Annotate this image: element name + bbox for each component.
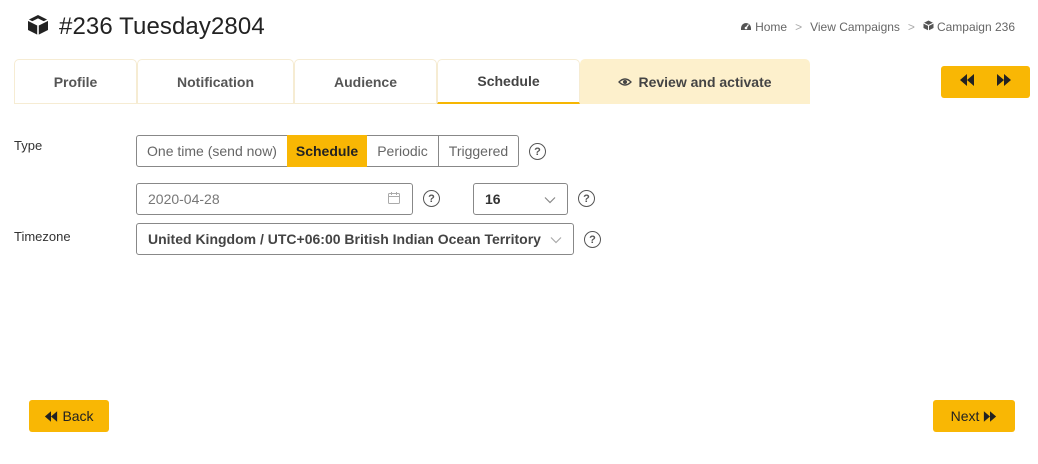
back-button[interactable]: Back <box>29 400 109 432</box>
dashboard-icon <box>740 20 752 34</box>
next-tab-button[interactable] <box>996 73 1012 91</box>
type-selector: One time (send now) Schedule Periodic Tr… <box>136 135 519 167</box>
forward-icon <box>996 74 1011 86</box>
calendar-icon <box>387 191 401 208</box>
next-button-label: Next <box>950 408 980 424</box>
backward-icon <box>960 74 975 86</box>
breadcrumb-home-label: Home <box>755 20 788 34</box>
date-value: 2020-04-28 <box>148 191 220 207</box>
forward-icon <box>984 410 997 422</box>
next-button[interactable]: Next <box>933 400 1015 432</box>
page-title: #236 Tuesday2804 <box>27 10 265 44</box>
hour-help-icon[interactable]: ? <box>578 190 595 207</box>
previous-tab-button[interactable] <box>959 73 975 91</box>
type-option-triggered[interactable]: Triggered <box>438 135 519 167</box>
eye-icon <box>618 74 633 90</box>
breadcrumb-campaign[interactable]: Campaign 236 <box>923 20 1015 34</box>
wizard-tabs: Profile Notification Audience Schedule R… <box>14 59 810 105</box>
breadcrumb: Home > View Campaigns > Campaign 236 <box>740 20 1015 34</box>
timezone-help-icon[interactable]: ? <box>584 231 601 248</box>
type-option-periodic[interactable]: Periodic <box>366 135 439 167</box>
chevron-down-icon <box>544 191 556 207</box>
breadcrumb-separator: > <box>795 20 803 34</box>
cube-icon <box>27 14 49 41</box>
breadcrumb-home[interactable]: Home <box>740 20 787 34</box>
breadcrumb-separator: > <box>907 20 915 34</box>
tab-profile[interactable]: Profile <box>14 59 137 104</box>
tab-nav-group <box>941 66 1030 98</box>
type-option-schedule[interactable]: Schedule <box>287 135 367 167</box>
type-label: Type <box>14 138 43 153</box>
chevron-down-icon <box>550 231 562 247</box>
back-button-label: Back <box>62 408 94 424</box>
tab-audience[interactable]: Audience <box>294 59 437 104</box>
tab-schedule[interactable]: Schedule <box>437 59 580 104</box>
timezone-label: Timezone <box>14 229 71 244</box>
date-help-icon[interactable]: ? <box>423 190 440 207</box>
tab-review-and-activate[interactable]: Review and activate <box>580 59 810 104</box>
type-help-icon[interactable]: ? <box>529 143 546 160</box>
type-option-one-time[interactable]: One time (send now) <box>136 135 288 167</box>
hour-value: 16 <box>485 191 501 207</box>
tab-notification[interactable]: Notification <box>137 59 294 104</box>
date-input[interactable]: 2020-04-28 <box>136 183 413 215</box>
page-title-text: #236 Tuesday2804 <box>59 13 265 40</box>
tab-review-label: Review and activate <box>638 73 772 90</box>
timezone-value: United Kingdom / UTC+06:00 British India… <box>148 231 541 247</box>
breadcrumb-campaign-label: Campaign 236 <box>936 20 1015 34</box>
cube-icon <box>923 20 934 34</box>
hour-select[interactable]: 16 <box>473 183 568 215</box>
breadcrumb-view-campaigns[interactable]: View Campaigns <box>810 20 900 34</box>
timezone-select[interactable]: United Kingdom / UTC+06:00 British India… <box>136 223 574 255</box>
backward-icon <box>45 410 58 422</box>
